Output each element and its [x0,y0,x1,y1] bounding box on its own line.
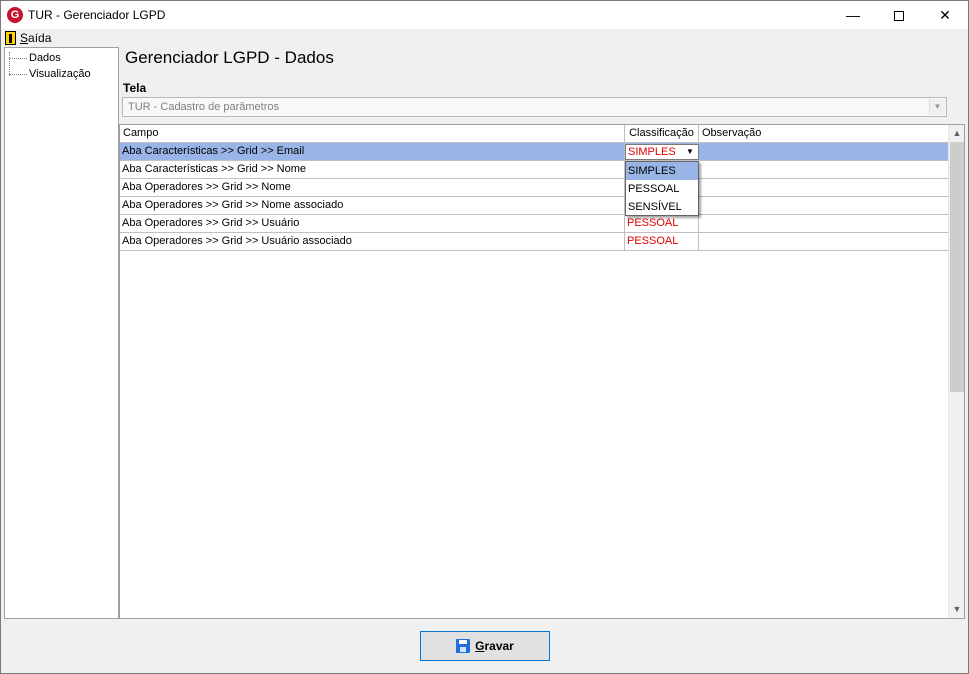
dropdown-option-simples[interactable]: SIMPLES [626,162,698,180]
classification-dropdown: SIMPLES PESSOAL SENSÍVEL [625,161,699,216]
cell-observacao[interactable] [699,233,949,250]
save-button-content: Gravar [456,639,514,653]
screen-select-value: TUR - Cadastro de parâmetros [128,101,279,113]
dropdown-option-sensivel[interactable]: SENSÍVEL [626,198,698,216]
cell-classificacao[interactable]: PESSOAL [625,215,699,232]
chevron-down-icon[interactable]: ▼ [929,99,945,115]
column-header-campo[interactable]: Campo [120,125,625,143]
table-row[interactable]: Aba Operadores >> Grid >> Nome associado [120,197,949,215]
title-bar: G TUR - Gerenciador LGPD — ✕ [1,1,968,29]
main-window: G TUR - Gerenciador LGPD — ✕ Saída Dados… [0,0,969,674]
cell-observacao[interactable] [699,143,949,160]
close-button[interactable]: ✕ [922,1,968,29]
grid-header: Campo Classificação Observação [120,125,949,143]
tree-branch [9,73,27,75]
table-row[interactable]: Aba Características >> Grid >> Email SIM… [120,143,949,161]
page-title: Gerenciador LGPD - Dados [125,48,334,67]
cell-campo[interactable]: Aba Operadores >> Grid >> Nome [120,179,625,196]
cell-observacao[interactable] [699,161,949,178]
menu-exit[interactable]: Saída [5,30,51,46]
tree-branch [9,57,27,59]
scroll-down-icon[interactable]: ▼ [949,601,965,618]
table-row[interactable]: Aba Operadores >> Grid >> Usuário PESSOA… [120,215,949,233]
chevron-down-icon[interactable]: ▼ [682,145,698,159]
cell-campo[interactable]: Aba Características >> Grid >> Email [120,143,625,160]
tree-item-dados[interactable]: Dados [5,50,61,66]
table-row[interactable]: Aba Operadores >> Grid >> Nome [120,179,949,197]
tree-item-label: Visualização [29,68,91,80]
dropdown-option-pessoal[interactable]: PESSOAL [626,180,698,198]
screen-label: Tela [123,81,147,95]
cell-observacao[interactable] [699,215,949,232]
screen-select[interactable]: TUR - Cadastro de parâmetros ▼ [122,97,947,117]
minimize-button[interactable]: — [830,1,876,29]
data-grid: Campo Classificação Observação Aba Carac… [119,124,965,619]
table-row[interactable]: Aba Operadores >> Grid >> Usuário associ… [120,233,949,251]
tree-item-label: Dados [29,52,61,64]
cell-campo[interactable]: Aba Características >> Grid >> Nome [120,161,625,178]
cell-observacao[interactable] [699,179,949,196]
navigation-tree: Dados Visualização [4,47,119,619]
vertical-scrollbar[interactable]: ▲ ▼ [948,125,964,618]
maximize-icon [894,11,904,22]
maximize-button[interactable] [876,1,922,29]
column-header-observacao[interactable]: Observação [699,125,949,143]
table-row[interactable]: Aba Características >> Grid >> Nome [120,161,949,179]
save-button-label: Gravar [475,639,514,653]
app-logo-icon: G [7,7,23,23]
menu-bar: Saída [1,29,968,47]
column-header-classificacao[interactable]: Classificação [625,125,699,143]
floppy-disk-icon [456,639,471,653]
tree-item-visualizacao[interactable]: Visualização [5,66,91,82]
cell-campo[interactable]: Aba Operadores >> Grid >> Usuário [120,215,625,232]
cell-observacao[interactable] [699,197,949,214]
scrollbar-thumb[interactable] [950,142,964,392]
save-button[interactable]: Gravar [420,631,550,661]
cell-classificacao[interactable]: PESSOAL [625,233,699,250]
classification-editor-value[interactable]: SIMPLES [628,145,676,159]
cell-campo[interactable]: Aba Operadores >> Grid >> Usuário associ… [120,233,625,250]
exit-door-icon [5,31,16,45]
menu-exit-label: Saída [20,31,52,45]
cell-campo[interactable]: Aba Operadores >> Grid >> Nome associado [120,197,625,214]
window-title: TUR - Gerenciador LGPD [28,8,166,22]
classification-editor[interactable]: SIMPLES ▼ [625,144,699,160]
scroll-up-icon[interactable]: ▲ [949,125,965,142]
